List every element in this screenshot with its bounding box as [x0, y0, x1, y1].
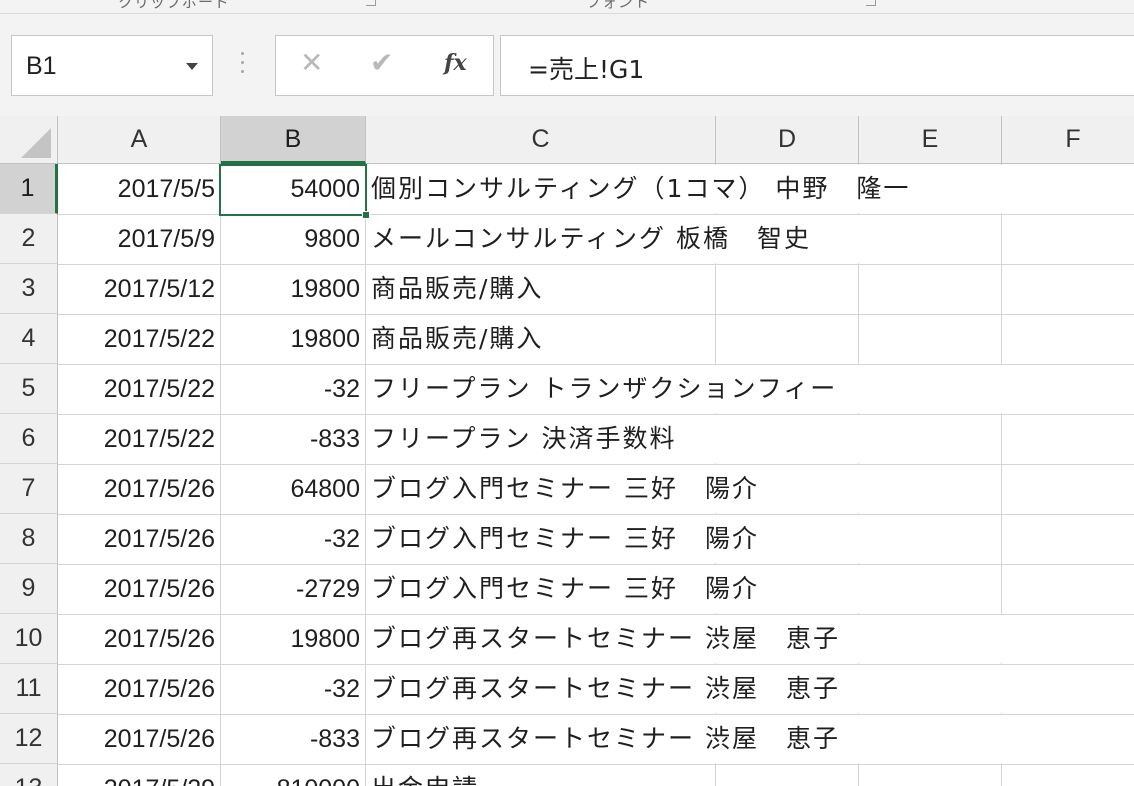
fill-handle[interactable]: [362, 211, 370, 219]
confirm-icon[interactable]: ✔: [370, 46, 393, 79]
cancel-icon[interactable]: ✕: [300, 46, 323, 79]
cell-b5[interactable]: -32: [221, 364, 366, 414]
cell-b2[interactable]: 9800: [221, 214, 366, 264]
row-header[interactable]: 5: [0, 364, 58, 414]
cell-c2[interactable]: メールコンサルティング 板橋 智史: [366, 215, 859, 263]
cell-text: ブログ入門セミナー 三好 陽介: [371, 574, 759, 603]
formula-bar-area: B1 ✕ ✔ fx =売上!G1: [0, 14, 1134, 116]
cell-text: 商品販売/購入: [371, 274, 544, 303]
formula-value: =売上!G1: [528, 55, 645, 84]
formula-input[interactable]: =売上!G1: [500, 35, 1134, 96]
cell-a5[interactable]: 2017/5/22: [58, 364, 221, 414]
cell-text: 商品販売/購入: [371, 324, 544, 353]
cell-b10[interactable]: 19800: [221, 614, 366, 664]
cell-text: ブログ入門セミナー 三好 陽介: [371, 474, 759, 503]
name-box-value: B1: [26, 52, 57, 80]
cell-text: ブログ再スタートセミナー 渋屋 恵子: [371, 624, 840, 653]
row-header[interactable]: 2: [0, 214, 58, 264]
formula-buttons: ✕ ✔ fx: [275, 35, 494, 96]
font-launcher-icon[interactable]: [866, 0, 876, 6]
row-header[interactable]: 11: [0, 664, 58, 714]
cell-c10[interactable]: ブログ再スタートセミナー 渋屋 恵子: [366, 615, 1002, 663]
chevron-down-icon[interactable]: [186, 63, 198, 70]
column-header-f[interactable]: F: [1002, 116, 1134, 164]
column-header-e[interactable]: E: [859, 116, 1002, 164]
row-header[interactable]: 9: [0, 564, 58, 614]
cell-b8[interactable]: -32: [221, 514, 366, 564]
cell-c1[interactable]: 個別コンサルティング（1コマ） 中野 隆一: [366, 165, 1002, 213]
cell-a8[interactable]: 2017/5/26: [58, 514, 221, 564]
clipboard-launcher-icon[interactable]: [366, 0, 376, 6]
cell-c7[interactable]: ブログ入門セミナー 三好 陽介: [366, 465, 859, 513]
select-all-corner[interactable]: [0, 116, 58, 164]
cell-text: 出金申請: [371, 774, 479, 786]
cell-a4[interactable]: 2017/5/22: [58, 314, 221, 364]
cell-text: フリープラン 決済手数料: [371, 424, 677, 453]
column-header-a[interactable]: A: [58, 116, 221, 164]
cell-b3[interactable]: 19800: [221, 264, 366, 314]
cell-b7[interactable]: 64800: [221, 464, 366, 514]
cell-a13[interactable]: 2017/5/29: [58, 764, 221, 786]
cell-c5[interactable]: フリープラン トランザクションフィー: [366, 365, 1002, 413]
cell-b6[interactable]: -833: [221, 414, 366, 464]
cell-c11[interactable]: ブログ再スタートセミナー 渋屋 恵子: [366, 665, 1002, 713]
row-header[interactable]: 4: [0, 314, 58, 364]
name-box[interactable]: B1: [11, 35, 213, 96]
cell-a7[interactable]: 2017/5/26: [58, 464, 221, 514]
column-header-c[interactable]: C: [366, 116, 716, 164]
cell-b11[interactable]: -32: [221, 664, 366, 714]
cell-b12[interactable]: -833: [221, 714, 366, 764]
cell-text: ブログ再スタートセミナー 渋屋 恵子: [371, 674, 840, 703]
cell-c6[interactable]: フリープラン 決済手数料: [366, 415, 859, 463]
cell-a10[interactable]: 2017/5/26: [58, 614, 221, 664]
active-cell-border: [219, 164, 370, 219]
row-header[interactable]: 13: [0, 764, 58, 786]
cell-text: ブログ入門セミナー 三好 陽介: [371, 524, 759, 553]
cell-text: ブログ再スタートセミナー 渋屋 恵子: [371, 724, 840, 753]
cell-text: フリープラン トランザクションフィー: [371, 374, 838, 403]
column-header-d[interactable]: D: [716, 116, 859, 164]
cell-a12[interactable]: 2017/5/26: [58, 714, 221, 764]
cell-c12[interactable]: ブログ再スタートセミナー 渋屋 恵子: [366, 715, 1002, 763]
cell-a2[interactable]: 2017/5/9: [58, 214, 221, 264]
row-header[interactable]: 12: [0, 714, 58, 764]
row-header[interactable]: 10: [0, 614, 58, 664]
cell-b9[interactable]: -2729: [221, 564, 366, 614]
cell-a3[interactable]: 2017/5/12: [58, 264, 221, 314]
cell-a9[interactable]: 2017/5/26: [58, 564, 221, 614]
cell-b13[interactable]: 810000: [221, 764, 366, 786]
select-all-icon: [21, 128, 51, 158]
ribbon-strip: クリップボード フォント: [0, 0, 1134, 14]
cell-text: 個別コンサルティング（1コマ） 中野 隆一: [371, 174, 911, 203]
cell-b4[interactable]: 19800: [221, 314, 366, 364]
insert-function-icon[interactable]: fx: [444, 50, 467, 76]
cell-c13[interactable]: 出金申請: [366, 765, 715, 786]
cell-c4[interactable]: 商品販売/購入: [366, 315, 715, 363]
column-header-b[interactable]: B: [221, 116, 366, 164]
row-header[interactable]: 6: [0, 414, 58, 464]
cell-text: メールコンサルティング 板橋 智史: [371, 224, 811, 253]
cell-a11[interactable]: 2017/5/26: [58, 664, 221, 714]
row-header[interactable]: 1: [0, 164, 58, 214]
cell-a1[interactable]: 2017/5/5: [58, 164, 221, 214]
clipboard-group-label: クリップボード: [118, 0, 231, 11]
cell-c9[interactable]: ブログ入門セミナー 三好 陽介: [366, 565, 859, 613]
row-header[interactable]: 8: [0, 514, 58, 564]
row-header[interactable]: 7: [0, 464, 58, 514]
row-header[interactable]: 3: [0, 264, 58, 314]
font-group-label: フォント: [586, 0, 651, 11]
cell-c3[interactable]: 商品販売/購入: [366, 265, 715, 313]
drag-handle-icon[interactable]: [239, 52, 245, 78]
cell-c8[interactable]: ブログ入門セミナー 三好 陽介: [366, 515, 859, 563]
column-header-bar: A B C D E F: [0, 116, 1134, 164]
cell-a6[interactable]: 2017/5/22: [58, 414, 221, 464]
